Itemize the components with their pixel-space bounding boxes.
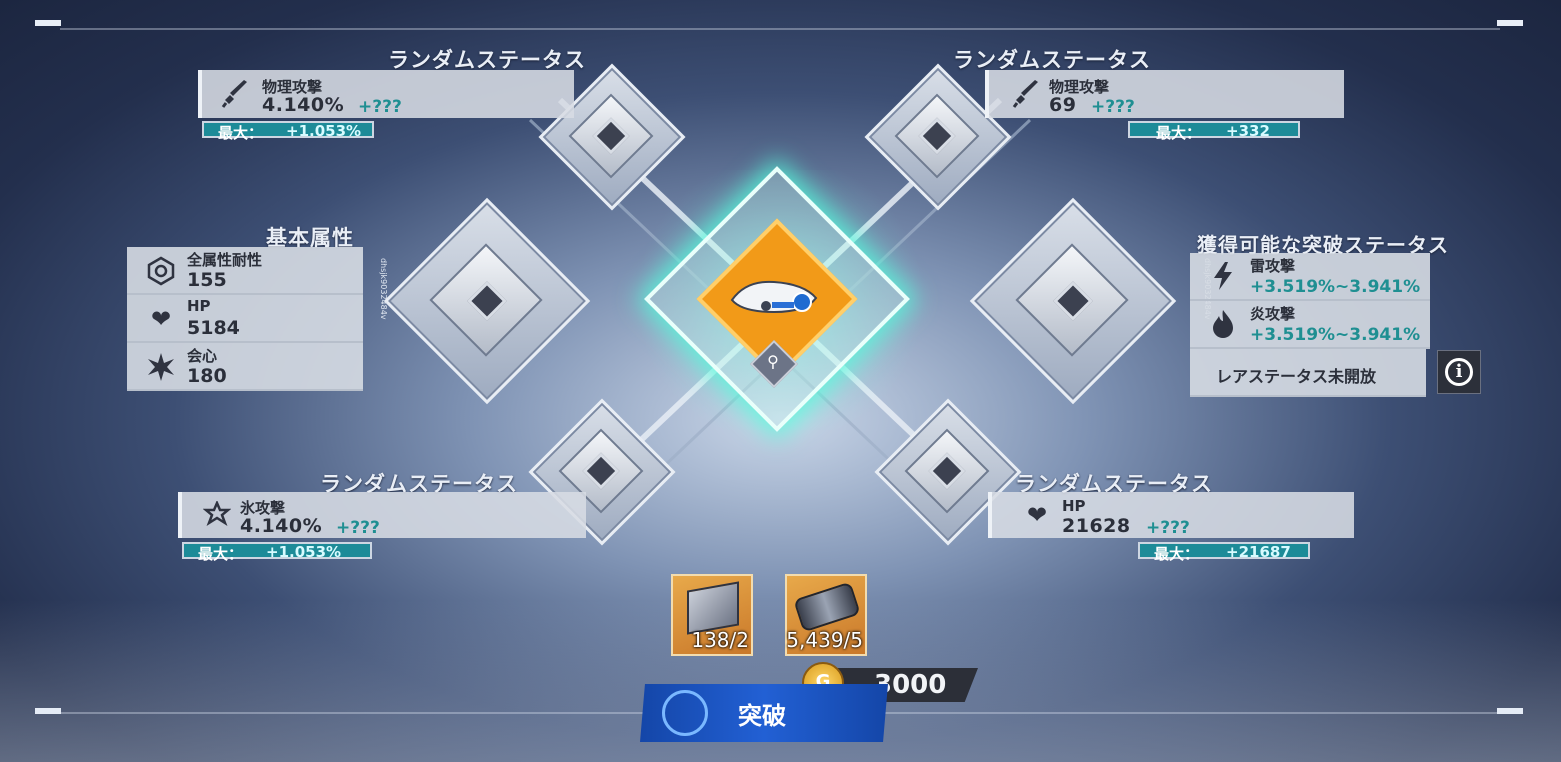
rare-stat-label: レアステータス未開放 [1216,367,1377,386]
sword-icon [220,78,252,110]
material-slot-1[interactable]: 138/2 [671,574,753,656]
attr-row-resistance: 全属性耐性 155 [127,247,363,295]
stat-panel-bottom-right: ❤ HP 21628 +??? [988,492,1354,538]
max-label: 最大： [218,124,264,142]
max-label: 最大： [1156,124,1202,142]
heart-icon: ❤ [1026,501,1048,529]
attr-name: HP [187,297,211,315]
max-bar-bottom-right: 最大： +21687 [1138,542,1310,563]
stat-name: HP [1062,497,1086,515]
base-attributes-panel: 全属性耐性 155 ❤ HP 5184 会心 180 [127,247,363,391]
attr-name: 会心 [187,347,218,365]
breakthrough-value: +3.519%~3.941% [1250,325,1421,345]
attr-name: 全属性耐性 [187,251,263,269]
stat-panel-bottom-left: 氷攻撃 4.140% +??? [178,492,586,538]
stat-plus: +??? [1091,97,1135,117]
breakthrough-row-fire: 炎攻撃 +3.519%~3.941% [1190,301,1430,349]
burst-icon [145,351,177,383]
breakthrough-emblem-icon [662,690,708,736]
attr-row-hp: ❤ HP 5184 [127,295,363,343]
max-value: +21687 [1226,543,1291,561]
material-count: 5,439/5 [786,628,863,652]
stat-panel-top-left: 物理攻撃 4.140% +??? [198,70,574,118]
snowflake-icon [202,500,232,530]
max-label: 最大： [198,545,244,563]
heart-icon: ❤ [150,305,172,333]
max-label: 最大： [1154,545,1200,563]
max-bar-top-left: 最大： +1.053% [202,121,374,142]
info-icon: i [1445,358,1473,386]
stat-plus: +??? [336,518,380,538]
max-value: +332 [1226,122,1270,140]
rare-stat-row: レアステータス未開放 [1190,349,1426,397]
max-value: +1.053% [286,122,362,140]
attr-value: 155 [187,269,227,291]
max-bar-top-right: 最大： +332 [1128,121,1300,142]
breakthrough-name: 雷攻撃 [1250,257,1296,275]
info-button[interactable]: i [1437,350,1481,394]
equipment-item-icon[interactable] [726,272,822,322]
attr-row-crit: 会心 180 [127,343,363,391]
stat-plus: +??? [358,97,402,117]
breakthrough-name: 炎攻撃 [1250,305,1296,323]
breakthrough-value: +3.519%~3.941% [1250,277,1421,297]
material-slot-2[interactable]: 5,439/5 [785,574,867,656]
breakthrough-row-lightning: 雷攻撃 +3.519%~3.941% [1190,253,1430,301]
breakthrough-button[interactable]: 突破 [640,684,888,742]
stat-value: 4.140% [262,94,345,116]
top-frame-line [60,28,1500,30]
sword-icon [1011,78,1043,110]
breakthrough-button-label: 突破 [738,702,786,730]
corner-top-left [35,20,61,26]
stat-plus: +??? [1146,518,1190,538]
stat-value: 69 [1049,94,1077,116]
stat-value: 4.140% [240,515,323,537]
attr-value: 5184 [187,317,240,339]
cube-material-icon [687,581,739,635]
hexagon-resistance-icon [145,255,177,287]
attr-value: 180 [187,365,227,387]
lightning-icon [1208,261,1238,291]
corner-top-right [1497,20,1523,26]
stat-panel-top-right: 物理攻撃 69 +??? [985,70,1344,118]
search-icon: ⚲ [767,352,779,371]
max-value: +1.053% [266,543,342,561]
flame-icon [1208,309,1238,339]
battery-material-icon [793,581,861,633]
material-count: 138/2 [691,628,749,652]
breakthrough-panel: 雷攻撃 +3.519%~3.941% 炎攻撃 +3.519%~3.941% レア… [1190,253,1430,397]
stat-value: 21628 [1062,515,1131,537]
max-bar-bottom-left: 最大： +1.053% [182,542,372,563]
